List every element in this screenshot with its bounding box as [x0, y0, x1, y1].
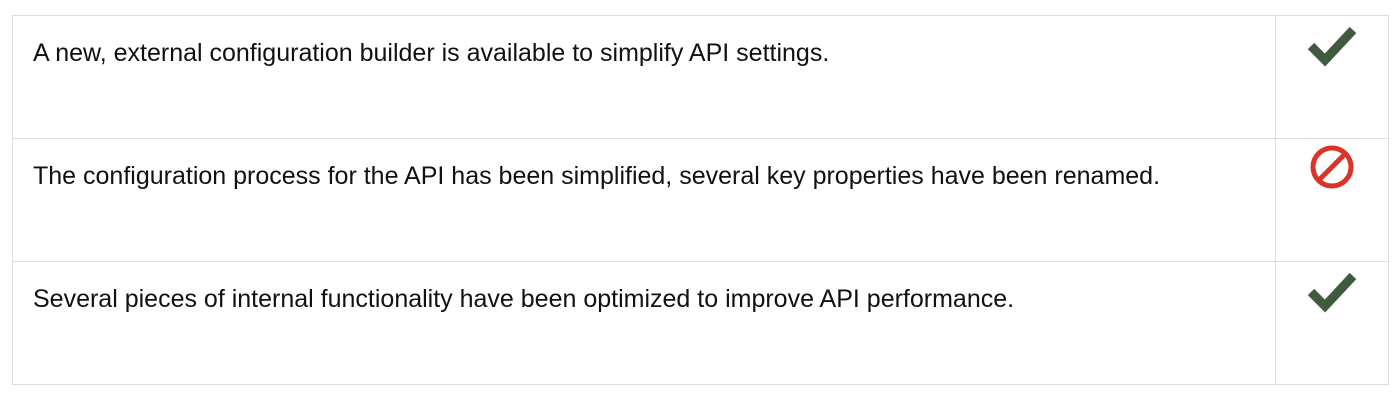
change-description-cell: The configuration process for the API ha…: [12, 138, 1276, 262]
changes-table: A new, external configuration builder is…: [12, 15, 1389, 385]
table-row: The configuration process for the API ha…: [12, 138, 1389, 262]
check-icon: [1304, 262, 1360, 318]
status-cell: [1275, 261, 1389, 385]
change-description: A new, external configuration builder is…: [33, 39, 830, 67]
change-description-cell: A new, external configuration builder is…: [12, 15, 1276, 139]
status-cell: [1275, 15, 1389, 139]
change-description: Several pieces of internal functionality…: [33, 285, 1015, 313]
status-cell: [1275, 138, 1389, 262]
table-row: A new, external configuration builder is…: [12, 15, 1389, 139]
prohibited-icon: [1304, 139, 1360, 195]
check-icon: [1304, 16, 1360, 72]
table-row: Several pieces of internal functionality…: [12, 261, 1389, 385]
changes-table-container: A new, external configuration builder is…: [12, 15, 1389, 385]
change-description-cell: Several pieces of internal functionality…: [12, 261, 1276, 385]
change-description: The configuration process for the API ha…: [33, 162, 1161, 190]
